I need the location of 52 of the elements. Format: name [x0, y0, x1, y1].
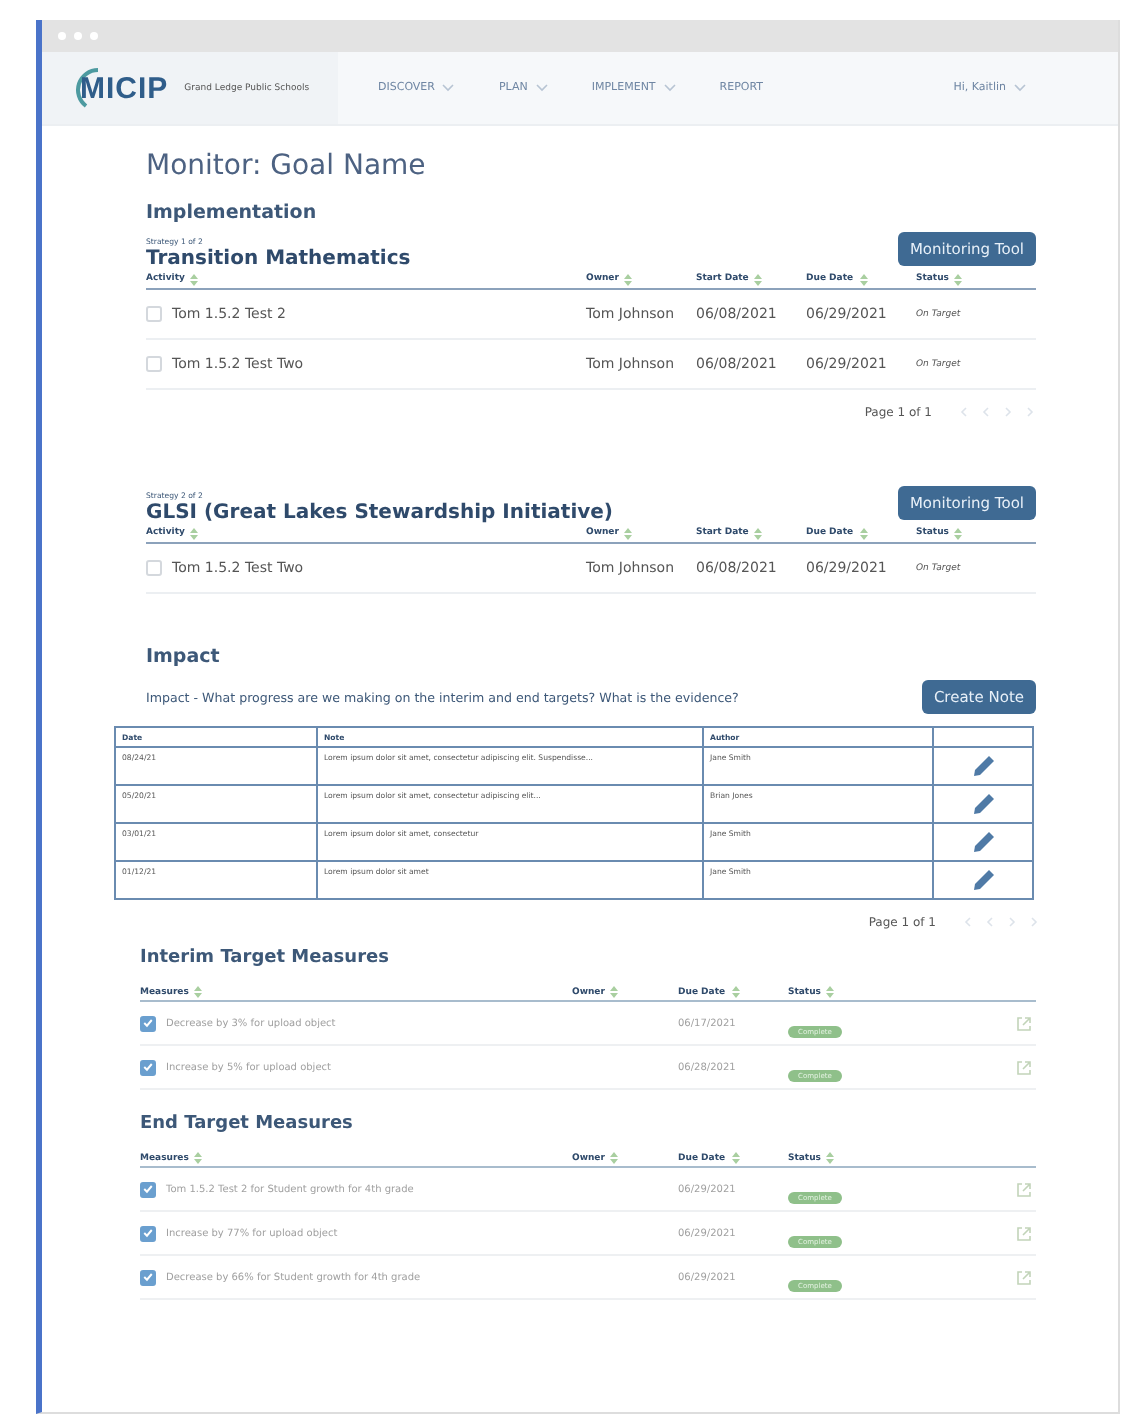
strategy-name: Transition Mathematics [146, 248, 411, 270]
checkbox[interactable] [140, 1015, 156, 1031]
external-link-icon[interactable] [1016, 1015, 1032, 1031]
sort-icon[interactable] [731, 1152, 740, 1164]
section-heading: Impact [146, 646, 222, 668]
logo[interactable]: MICIP [70, 66, 169, 110]
page-title: Monitor: Goal Name [146, 150, 428, 182]
sort-icon[interactable] [826, 986, 835, 998]
sort-icon[interactable] [194, 1152, 203, 1164]
section-heading: Interim Target Measures [140, 948, 391, 968]
checkbox[interactable] [140, 1225, 156, 1241]
sort-icon[interactable] [190, 273, 199, 285]
caret-icon [1014, 84, 1026, 92]
external-link-icon[interactable] [1016, 1225, 1032, 1241]
next-page-button[interactable] [1024, 406, 1036, 418]
next-page-button[interactable] [1006, 916, 1018, 928]
pencil-icon[interactable] [971, 753, 995, 777]
next-page-button[interactable] [1002, 406, 1014, 418]
pencil-icon[interactable] [971, 867, 995, 891]
sort-icon[interactable] [954, 527, 963, 539]
sort-icon[interactable] [859, 527, 868, 539]
caret-icon [442, 84, 455, 92]
sort-icon[interactable] [754, 273, 763, 285]
pencil-icon[interactable] [971, 791, 995, 815]
section-heading: End Target Measures [140, 1114, 355, 1134]
previous-page-button[interactable] [980, 406, 992, 418]
sort-icon[interactable] [826, 1152, 835, 1164]
sort-icon[interactable] [859, 273, 868, 285]
checkbox[interactable] [140, 1269, 156, 1285]
external-link-icon[interactable] [1016, 1269, 1032, 1285]
pencil-icon[interactable] [971, 829, 995, 853]
sort-icon[interactable] [610, 986, 619, 998]
caret-icon [535, 84, 548, 92]
strategy-name: GLSI (Great Lakes Stewardship Initiative) [146, 502, 613, 524]
external-link-icon[interactable] [1016, 1181, 1032, 1197]
previous-page-button[interactable] [984, 916, 996, 928]
previous-page-button[interactable] [958, 406, 970, 418]
checkbox[interactable] [140, 1181, 156, 1197]
sort-icon[interactable] [190, 527, 199, 539]
sort-icon[interactable] [624, 527, 633, 539]
caret-icon [663, 84, 676, 92]
external-link-icon[interactable] [1016, 1059, 1032, 1075]
sort-icon[interactable] [731, 986, 740, 998]
previous-page-button[interactable] [962, 916, 974, 928]
next-page-button[interactable] [1028, 916, 1040, 928]
sort-icon[interactable] [194, 986, 203, 998]
sort-icon[interactable] [754, 527, 763, 539]
section-heading: Implementation [146, 202, 319, 224]
checkbox[interactable] [140, 1059, 156, 1075]
sort-icon[interactable] [624, 273, 633, 285]
sort-icon[interactable] [610, 1152, 619, 1164]
sort-icon[interactable] [954, 273, 963, 285]
